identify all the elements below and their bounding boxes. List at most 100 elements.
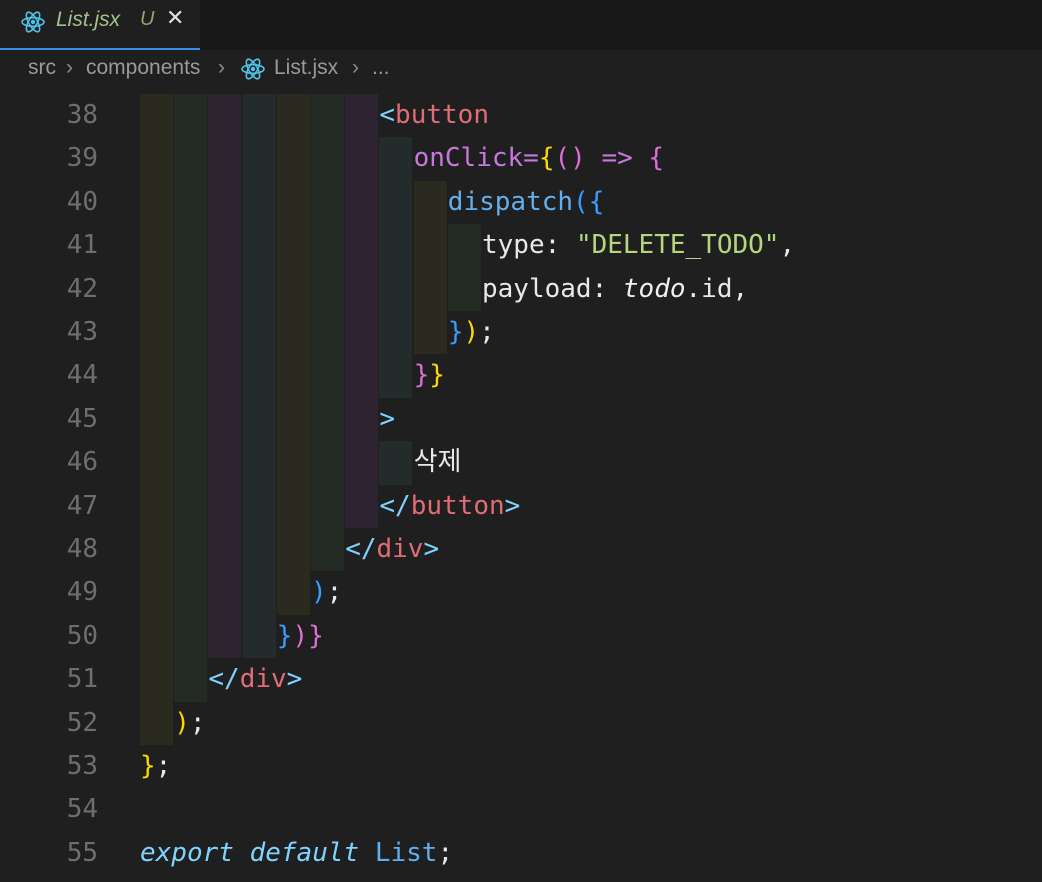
line-number: 53 [66,751,98,781]
code-token: , [779,230,796,261]
breadcrumb-item-ellipsis[interactable]: ... [372,56,390,80]
code-token: ) [311,577,327,608]
code-token: ( [573,186,589,217]
line-number: 47 [66,490,98,521]
close-icon[interactable]: ✕ [166,6,184,31]
line-number: 52 [66,707,98,738]
code-token: } [429,360,445,391]
code-token: > [286,664,303,695]
code-token: > [504,490,521,521]
code-text: }} [414,354,445,397]
chevron-right-icon: › [218,56,225,79]
code-token: } [276,620,293,651]
code-token: todo [622,273,686,304]
code-text: onClick={() => { [414,137,664,180]
code-token: type [482,230,545,261]
untracked-status-badge: U [140,8,155,30]
code-token: } [140,751,156,781]
react-icon [21,11,45,33]
line-number: 42 [66,273,98,304]
code-line[interactable]: 44}} [0,354,1042,397]
code-text: </button> [379,485,520,528]
code-line[interactable]: 40 dispatch({ [0,181,1042,224]
line-number: 43 [66,317,98,347]
code-token: = [523,143,539,174]
code-text: }); [448,311,495,354]
code-line[interactable]: 53}; [0,745,1042,788]
line-number: 49 [66,577,98,608]
code-token: ; [189,707,206,738]
code-line[interactable]: 46 삭제 [0,441,1042,484]
code-token: ; [326,577,343,608]
code-token: , [732,273,749,304]
code-line[interactable]: 55 export default List; [0,832,1042,875]
breadcrumb-item-file[interactable]: List.jsx [274,56,338,80]
breadcrumb: src › components › List.jsx › ... [0,50,1042,88]
code-line[interactable]: 41 type: "DELETE_TODO", [0,224,1042,267]
code-line[interactable]: 45 > [0,398,1042,441]
code-token: button [410,490,505,521]
code-text: payload: todo.id, [482,268,748,311]
code-text: </div> [208,658,302,701]
code-line[interactable]: 49); [0,571,1042,614]
code-token: { [648,143,665,174]
line-number: 41 [66,230,98,261]
code-token: ; [479,317,495,347]
code-token: "DELETE_TODO" [575,230,780,261]
code-token: < [379,100,396,130]
line-number: 45 [66,403,98,434]
line-number: 44 [66,360,98,391]
code-token: button [395,100,489,130]
code-line[interactable]: 48 </div> [0,528,1042,571]
code-text: dispatch({ [448,181,605,224]
code-line[interactable]: 38 <button [0,94,1042,137]
code-token: > [379,403,396,434]
code-token: div [239,664,287,695]
breadcrumb-item-src[interactable]: src [28,56,56,80]
line-number: 55 [66,837,98,868]
breadcrumb-item-components[interactable]: components [86,56,200,80]
code-token: payload [482,273,592,304]
code-token: ) [463,317,480,347]
code-text: export default List; [140,832,453,875]
code-token: onClick [413,143,524,174]
line-number: 39 [66,143,98,174]
code-line[interactable]: 52); [0,702,1042,745]
code-token: : [544,230,576,261]
code-token: => [585,143,649,174]
code-token: { [538,143,555,174]
line-number: 54 [66,794,98,825]
code-line[interactable]: 54 [0,788,1042,831]
code-token: : [591,273,623,304]
tab-title: List.jsx [56,8,121,31]
code-line[interactable]: 50})} [0,615,1042,658]
code-token: } [447,317,464,347]
code-text: ); [174,702,205,745]
code-token: ; [437,837,454,868]
code-token: .id [685,273,733,304]
code-token: export [140,837,234,868]
code-token: 삭제 [413,447,462,478]
code-editor[interactable]: 38 <button 39 onClick={() => {40 dispatch({4… [0,94,1042,882]
code-token: () [554,143,586,174]
code-text: <button [379,94,489,137]
line-number: 51 [66,664,98,695]
code-token: ) [174,707,190,738]
chevron-right-icon: › [352,56,359,79]
code-line[interactable]: 42 payload: todo.id, [0,268,1042,311]
code-text: > [379,398,395,441]
code-token: } [308,620,324,651]
code-token: > [423,534,440,564]
tab-list-jsx[interactable]: List.jsx U ✕ [0,0,200,50]
code-line[interactable]: 47 </button> [0,485,1042,528]
code-text: type: "DELETE_TODO", [482,224,795,267]
code-line[interactable]: 39 onClick={() => { [0,137,1042,180]
code-token: div [376,534,424,564]
code-text: })} [277,615,324,658]
code-line[interactable]: 43}); [0,311,1042,354]
code-text: 삭제 [414,441,462,484]
editor-tab-bar: List.jsx U ✕ [0,0,1042,50]
code-line[interactable]: 51 </div> [0,658,1042,701]
